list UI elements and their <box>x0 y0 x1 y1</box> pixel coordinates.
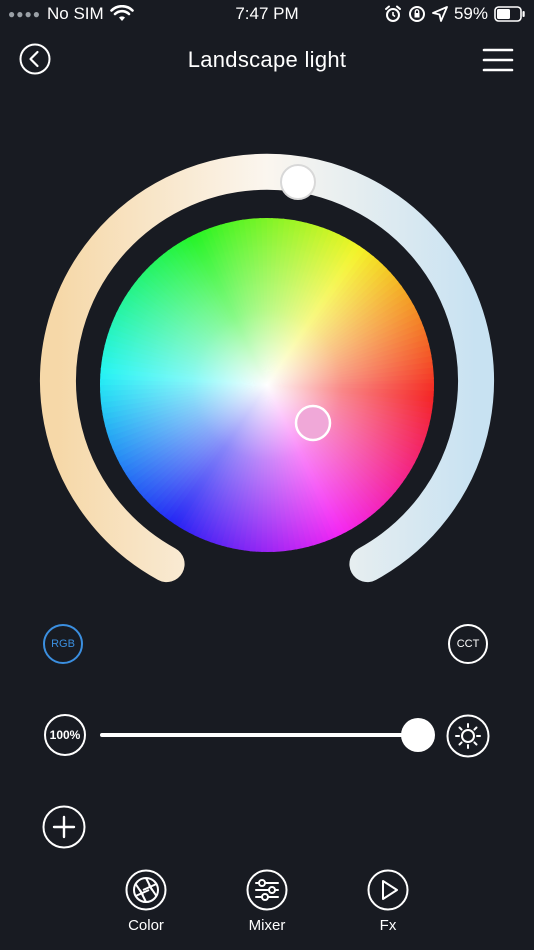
status-right: 59% <box>384 4 526 24</box>
header: Landscape light <box>0 40 534 82</box>
page-title: Landscape light <box>187 47 347 72</box>
nav-mixer-label: Mixer <box>248 917 286 934</box>
nav-color-label: Color <box>128 917 164 934</box>
saturation-overlay <box>100 218 434 552</box>
bottom-nav: Color Mixer Fx <box>0 866 534 946</box>
nav-fx-label: Fx <box>379 917 397 934</box>
location-icon <box>432 6 448 22</box>
color-thumb[interactable] <box>294 404 332 442</box>
brightness-slider-thumb[interactable] <box>401 718 435 752</box>
play-icon <box>367 869 409 911</box>
add-button[interactable] <box>42 805 86 849</box>
cct-thumb[interactable] <box>280 164 316 200</box>
nav-mixer[interactable]: Mixer <box>227 866 307 934</box>
aperture-icon <box>125 869 167 911</box>
battery-percent: 59% <box>453 4 488 23</box>
rgb-mode-button[interactable]: RGB <box>43 624 83 664</box>
status-bar: ●●●● No SIM 7:47 PM 59% <box>0 0 534 30</box>
sliders-icon <box>246 869 288 911</box>
cct-mode-button[interactable]: CCT <box>448 624 488 664</box>
sun-icon[interactable] <box>446 714 490 758</box>
nav-color[interactable]: Color <box>106 866 186 934</box>
battery-icon <box>494 6 525 22</box>
alarm-icon <box>384 5 401 22</box>
menu-button[interactable] <box>482 46 514 74</box>
nav-fx[interactable]: Fx <box>348 866 428 934</box>
color-picker[interactable] <box>0 120 534 620</box>
rotation-lock-icon <box>408 6 425 22</box>
brightness-value: 100% <box>44 714 86 756</box>
brightness-slider-track[interactable] <box>100 733 418 737</box>
